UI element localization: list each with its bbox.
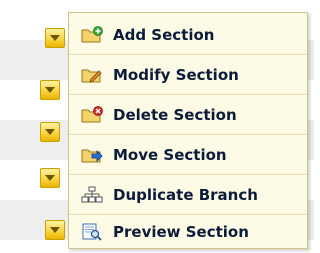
menu-item-add-section[interactable]: Add Section xyxy=(69,15,307,54)
menu-item-label: Duplicate Branch xyxy=(113,185,258,204)
section-actions-dropdown-button[interactable] xyxy=(45,28,65,48)
menu-item-modify-section[interactable]: Modify Section xyxy=(69,55,307,94)
menu-item-delete-section[interactable]: Delete Section xyxy=(69,95,307,134)
menu-item-move-section[interactable]: Move Section xyxy=(69,135,307,174)
section-actions-dropdown-button[interactable] xyxy=(45,220,65,240)
menu-item-label: Move Section xyxy=(113,145,227,164)
menu-item-preview-section[interactable]: Preview Section xyxy=(69,215,307,248)
folder-add-icon xyxy=(81,25,103,44)
preview-icon xyxy=(81,223,103,241)
folder-edit-icon xyxy=(81,66,103,84)
section-actions-dropdown-button[interactable] xyxy=(40,168,60,188)
section-context-menu: Add Section Modify Section Delete Sectio… xyxy=(68,12,308,249)
menu-item-label: Delete Section xyxy=(113,105,237,124)
menu-item-label: Preview Section xyxy=(113,222,249,241)
folder-move-icon xyxy=(81,146,103,164)
duplicate-branch-icon xyxy=(81,186,103,204)
menu-item-label: Add Section xyxy=(113,25,215,44)
section-actions-dropdown-button[interactable] xyxy=(40,80,60,100)
menu-item-duplicate-branch[interactable]: Duplicate Branch xyxy=(69,175,307,214)
menu-item-label: Modify Section xyxy=(113,65,239,84)
folder-delete-icon xyxy=(81,105,103,124)
section-actions-dropdown-button[interactable] xyxy=(40,122,60,142)
